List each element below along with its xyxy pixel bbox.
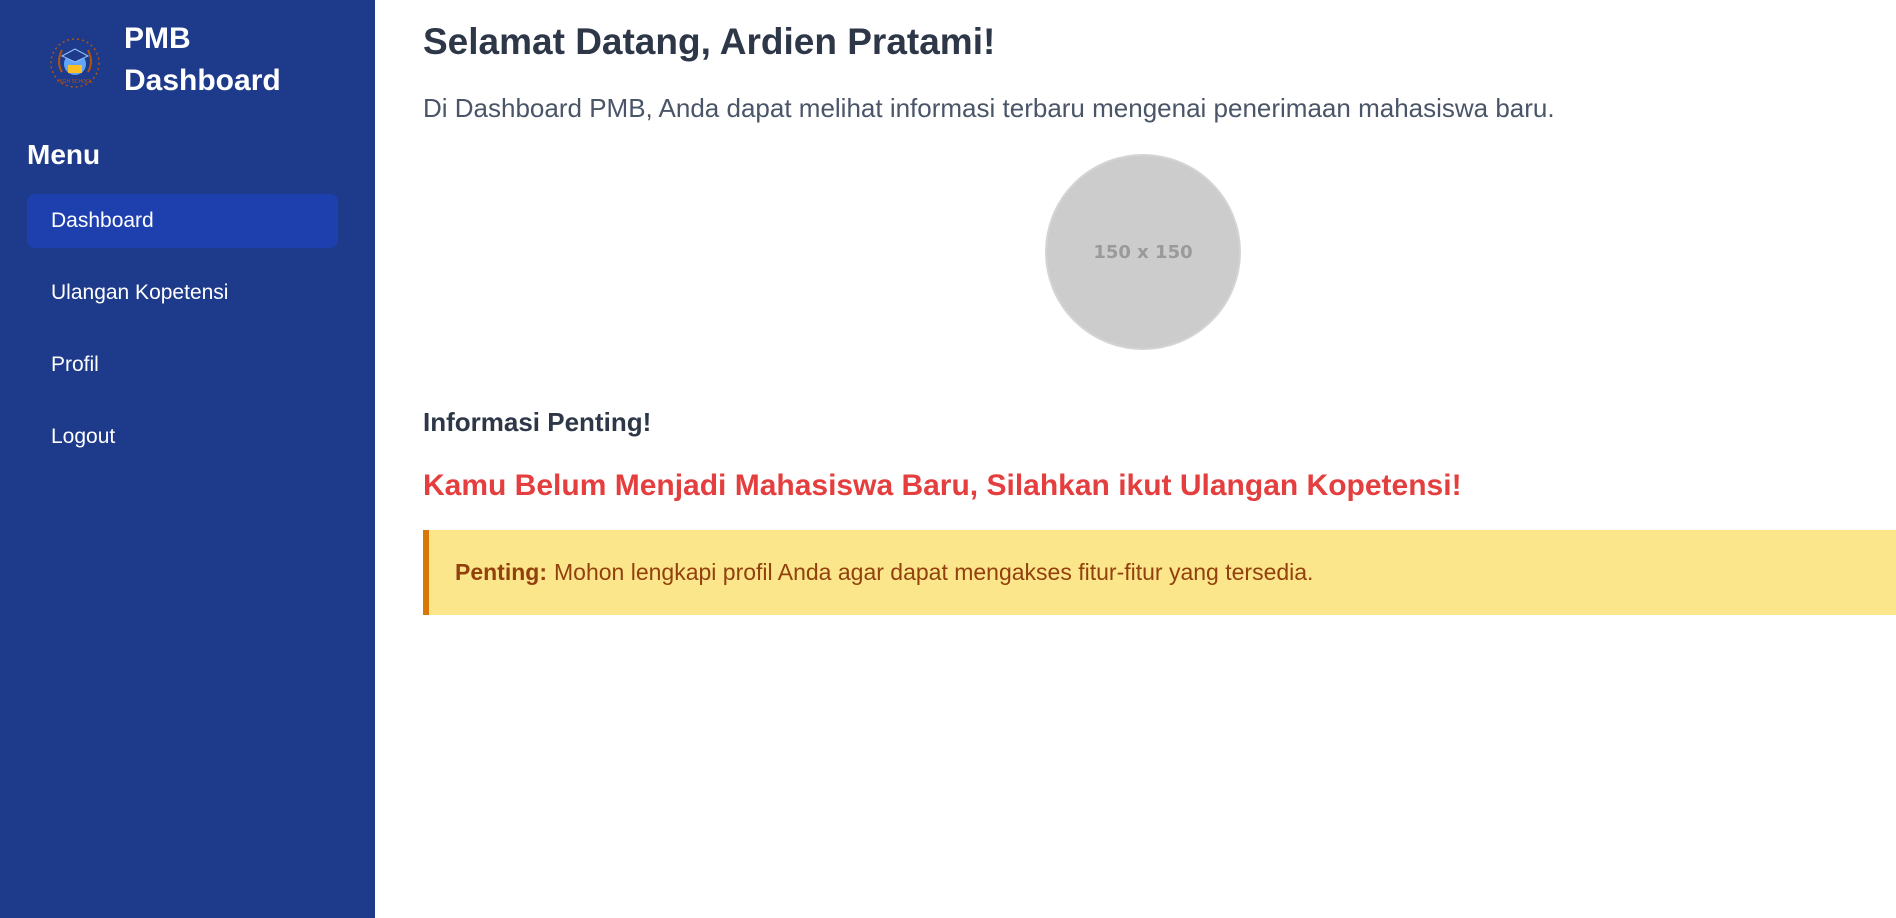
svg-text:HIGH SCHOOL: HIGH SCHOOL	[57, 79, 93, 85]
notice-label: Penting:	[455, 559, 547, 585]
sidebar: HIGH SCHOOL PMB Dashboard Menu Dashboard…	[0, 0, 375, 918]
brand: HIGH SCHOOL PMB Dashboard	[27, 18, 348, 110]
info-heading: Informasi Penting!	[423, 407, 652, 437]
brand-title-line1: PMB	[124, 22, 191, 55]
school-logo-icon: HIGH SCHOOL	[50, 38, 100, 88]
avatar-placeholder-text: 150 x 150	[1093, 241, 1193, 263]
status-alert: Kamu Belum Menjadi Mahasiswa Baru, Silah…	[423, 469, 1462, 502]
page-title: Selamat Datang, Ardien Pratami!	[423, 21, 996, 62]
notice-text: Mohon lengkapi profil Anda agar dapat me…	[554, 559, 1314, 585]
brand-title: PMB Dashboard	[124, 18, 281, 102]
app-root: HIGH SCHOOL PMB Dashboard Menu Dashboard…	[0, 0, 1896, 918]
menu-heading: Menu	[27, 139, 101, 170]
notice-banner: Penting: Mohon lengkapi profil Anda agar…	[423, 530, 1896, 615]
sidebar-item-logout[interactable]: Logout	[27, 410, 338, 464]
brand-title-line2: Dashboard	[124, 64, 281, 97]
sidebar-item-dashboard[interactable]: Dashboard	[27, 194, 338, 248]
sidebar-item-profil[interactable]: Profil	[27, 338, 338, 392]
avatar-container: 150 x 150	[423, 154, 1863, 350]
sidebar-menu: Dashboard Ulangan Kopetensi Profil Logou…	[27, 194, 348, 464]
sidebar-item-ulangan-kopetensi[interactable]: Ulangan Kopetensi	[27, 266, 338, 320]
avatar: 150 x 150	[1045, 154, 1241, 350]
main-content: Selamat Datang, Ardien Pratami! Di Dashb…	[375, 0, 1896, 918]
intro-text: Di Dashboard PMB, Anda dapat melihat inf…	[423, 93, 1555, 123]
